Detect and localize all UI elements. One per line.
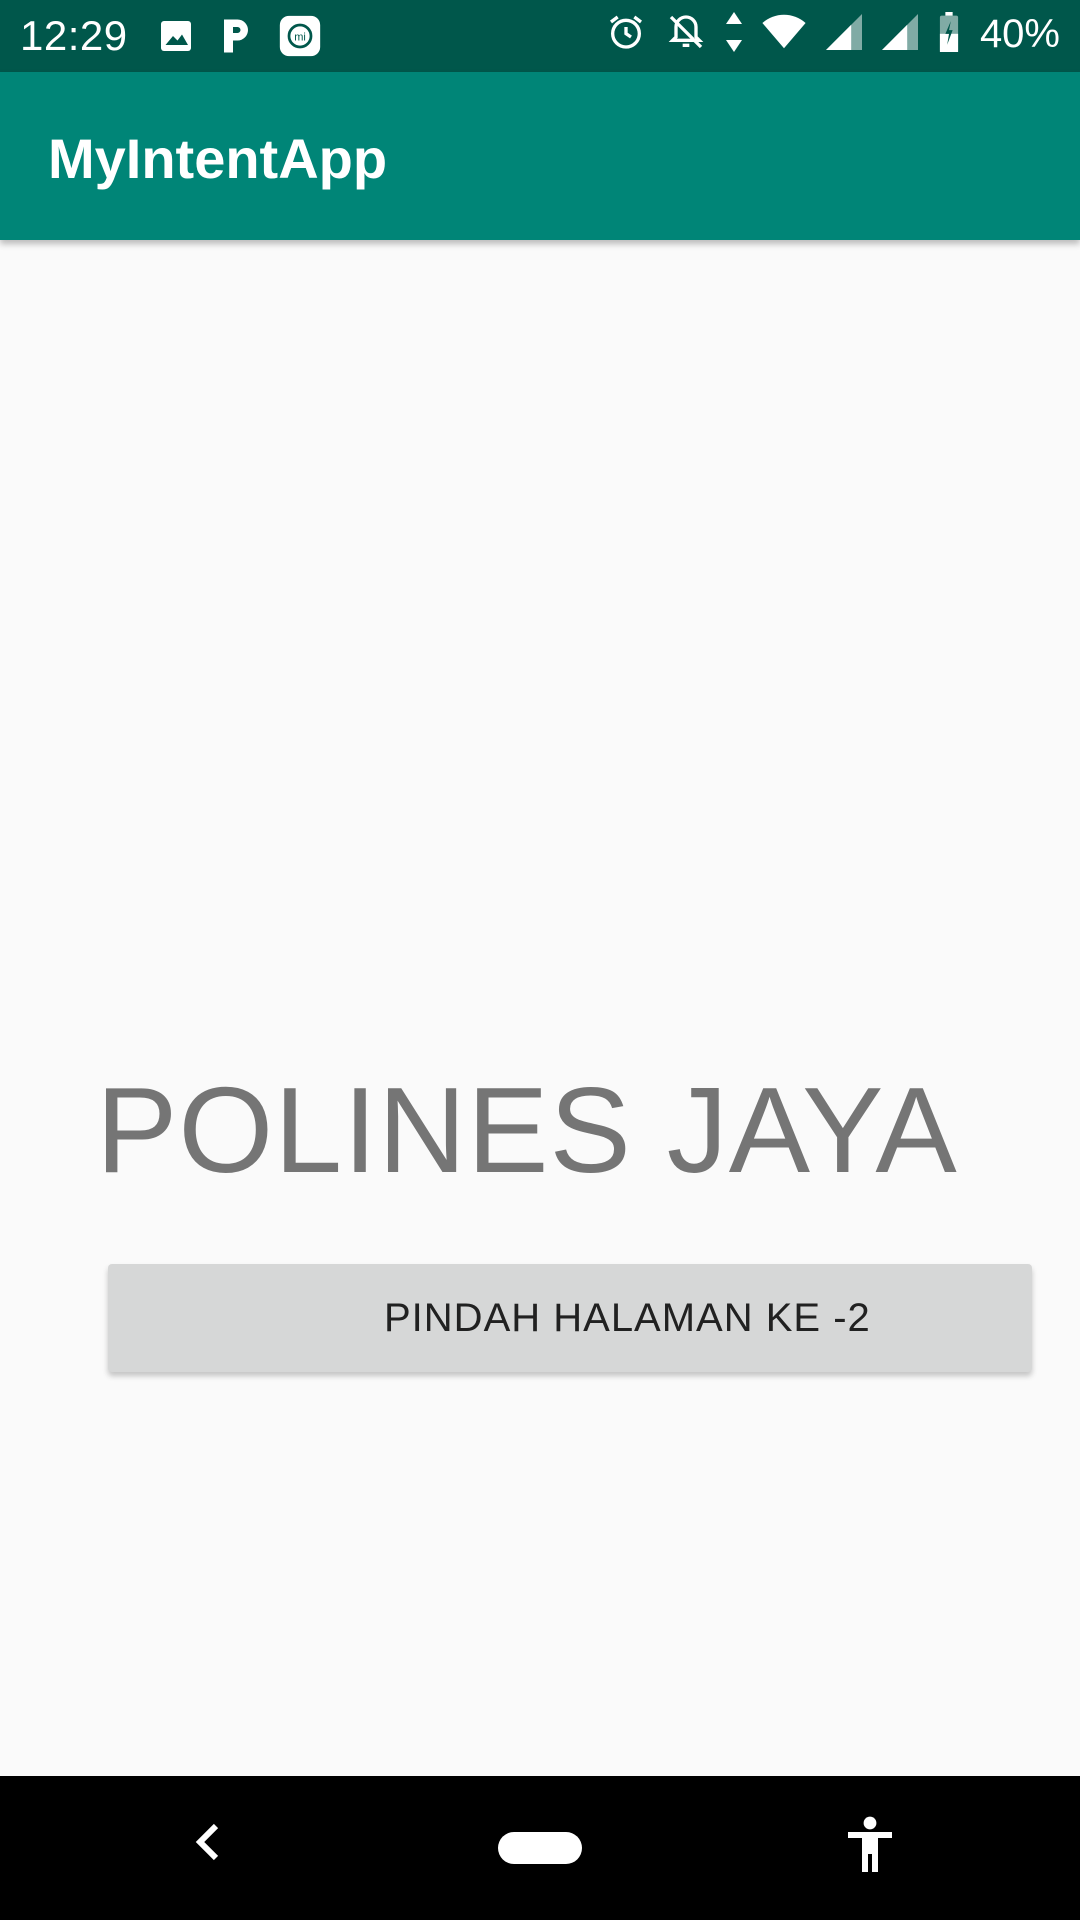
next-page-button[interactable]: PINDAH HALAMAN KE -2 [108, 1264, 1032, 1372]
data-arrows-icon [725, 12, 742, 57]
home-pill-icon[interactable] [498, 1832, 582, 1864]
signal-icon [881, 14, 918, 55]
battery-charging-icon [938, 12, 960, 57]
status-right-icons: 40% [606, 12, 1060, 57]
navigation-bar [0, 1776, 1080, 1920]
accessibility-icon[interactable] [844, 1816, 896, 1877]
status-time: 12:29 [20, 12, 128, 59]
gallery-icon [158, 18, 194, 59]
wifi-icon [762, 14, 806, 55]
main-content: POLINES JAYA PINDAH HALAMAN KE -2 [0, 240, 1080, 1776]
app-title: MyIntentApp [48, 127, 388, 190]
parking-app-icon [218, 16, 254, 61]
status-bar: 12:29 mi 40% [0, 0, 1080, 72]
notifications-off-icon [666, 12, 706, 57]
battery-percent: 40% [979, 12, 1060, 56]
heading-text: POLINES JAYA [96, 1062, 958, 1198]
back-icon[interactable] [190, 1822, 224, 1867]
status-left-icons: mi [158, 14, 346, 63]
app-bar: MyIntentApp [0, 72, 1080, 240]
signal-icon [825, 14, 862, 55]
svg-text:mi: mi [294, 32, 306, 44]
mi-app-icon: mi [278, 14, 322, 63]
alarm-icon [606, 12, 646, 57]
